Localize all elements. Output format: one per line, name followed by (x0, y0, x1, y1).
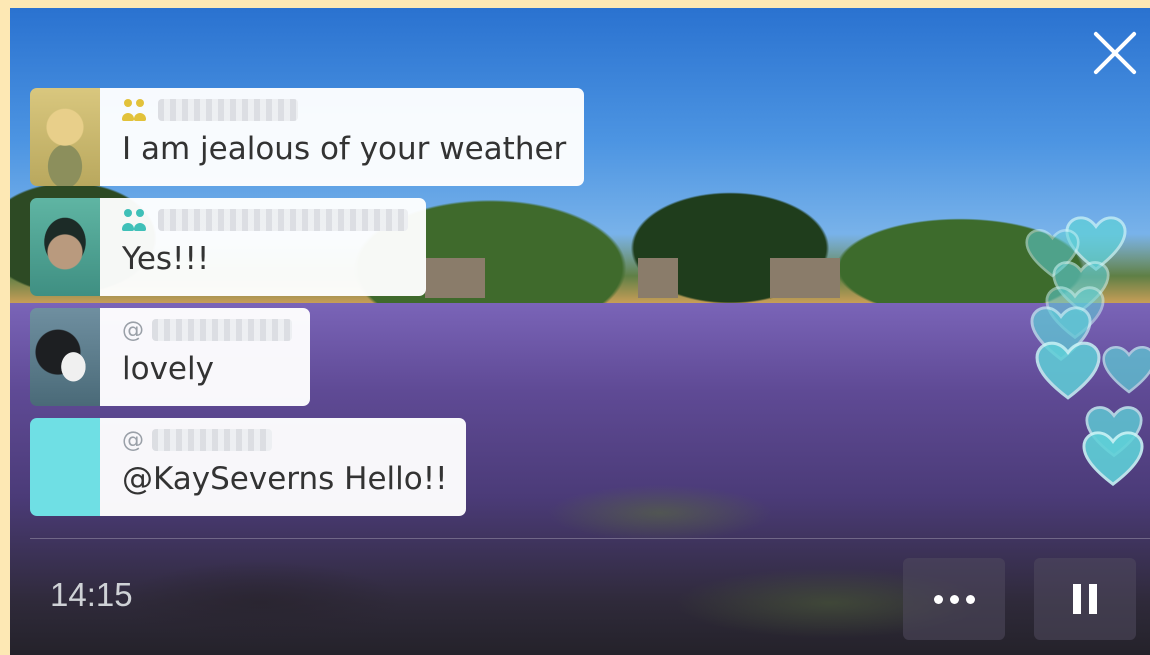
mention-prefix: @ (122, 427, 144, 453)
divider (30, 538, 1150, 539)
user-avatar[interactable] (30, 88, 100, 186)
username-redacted (152, 429, 272, 451)
chat-comment: Yes!!! (30, 198, 426, 296)
username-redacted (158, 99, 298, 121)
building (638, 258, 678, 298)
more-dots-icon (933, 594, 975, 604)
chat-comment: @ @KaySeverns Hello!! (30, 418, 466, 516)
heart-icon (1082, 428, 1144, 490)
broadcast-viewer: I am jealous of your weather Yes!!! @ lo… (10, 8, 1150, 655)
pause-button[interactable] (1034, 558, 1136, 640)
friends-icon (122, 209, 150, 231)
chat-comment: I am jealous of your weather (30, 88, 585, 186)
username-redacted (158, 209, 408, 231)
elapsed-time: 14:15 (50, 576, 133, 613)
pause-icon (1073, 584, 1097, 614)
comment-text: I am jealous of your weather (122, 131, 567, 167)
comment-text: @KaySeverns Hello!! (122, 461, 448, 497)
chat-comment: @ lovely (30, 308, 310, 406)
building (425, 258, 485, 298)
user-avatar[interactable] (30, 198, 100, 296)
user-avatar[interactable] (30, 418, 100, 516)
comment-text: lovely (122, 351, 214, 387)
more-button[interactable] (903, 558, 1005, 640)
comment-text: Yes!!! (122, 241, 210, 277)
friends-icon (122, 99, 150, 121)
username-redacted (152, 319, 292, 341)
close-button[interactable] (1092, 30, 1138, 76)
heart-icon (1035, 338, 1101, 404)
heart-icon (1102, 343, 1150, 397)
user-avatar[interactable] (30, 308, 100, 406)
building (770, 258, 840, 298)
mention-prefix: @ (122, 317, 144, 343)
